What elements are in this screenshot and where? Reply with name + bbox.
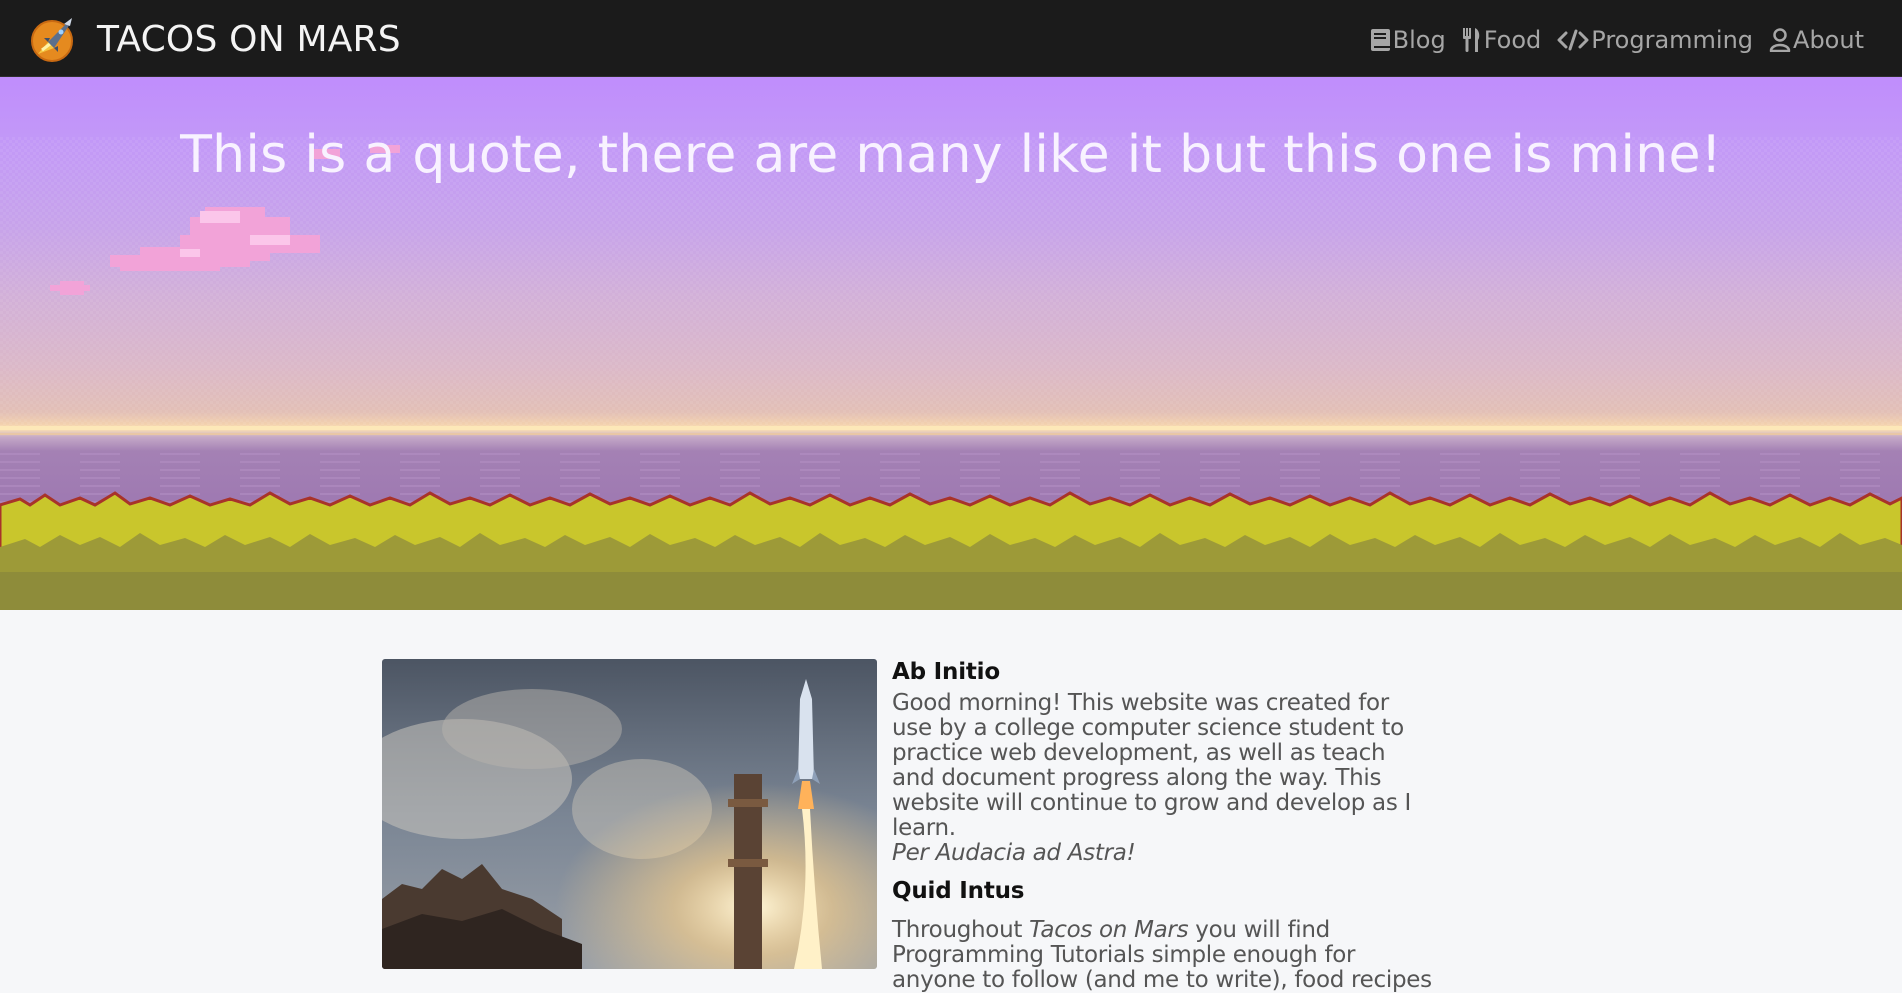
section-heading-ab-initio: Ab Initio xyxy=(892,659,1000,685)
intro-paragraph: Good morning! This website was created f… xyxy=(892,691,1432,866)
nav-link-label: Food xyxy=(1483,26,1542,54)
site-name-emphasis: Tacos on Mars xyxy=(1029,917,1189,943)
hero-banner: This is a quote, there are many like it … xyxy=(0,77,1902,610)
brand-name: TACOS ON MARS xyxy=(97,18,401,60)
nav-link-programming[interactable]: Programming xyxy=(1557,26,1753,54)
hero-quote: This is a quote, there are many like it … xyxy=(180,125,1722,185)
contents-paragraph: Throughout Tacos on Mars you will find P… xyxy=(892,918,1432,993)
nav-link-label: Blog xyxy=(1392,26,1446,54)
rocket-launch-image xyxy=(382,659,877,969)
nav-link-label: About xyxy=(1793,26,1864,54)
rocket-logo-icon xyxy=(28,14,78,64)
nav-link-about[interactable]: About xyxy=(1769,26,1864,54)
section-heading-quid-intus: Quid Intus xyxy=(892,878,1025,904)
nav-link-food[interactable]: Food xyxy=(1462,26,1542,54)
nav-links: Blog Food Programming About xyxy=(1370,20,1864,60)
user-icon xyxy=(1769,28,1793,52)
nav-link-blog[interactable]: Blog xyxy=(1370,26,1446,54)
contents-text-prefix: Throughout xyxy=(892,917,1030,943)
intro-text-column: Ab Initio Good morning! This website was… xyxy=(892,657,1432,993)
nav-link-label: Programming xyxy=(1591,26,1754,54)
utensils-icon xyxy=(1462,27,1484,53)
book-icon xyxy=(1370,28,1393,52)
intro-body-text: Good morning! This website was created f… xyxy=(892,690,1412,841)
code-icon xyxy=(1557,29,1591,51)
motto-text: Per Audacia ad Astra! xyxy=(892,840,1136,866)
top-navbar: TACOS ON MARS Blog Food Programming Abou… xyxy=(0,0,1902,77)
brand-home-link[interactable]: TACOS ON MARS xyxy=(28,14,401,64)
